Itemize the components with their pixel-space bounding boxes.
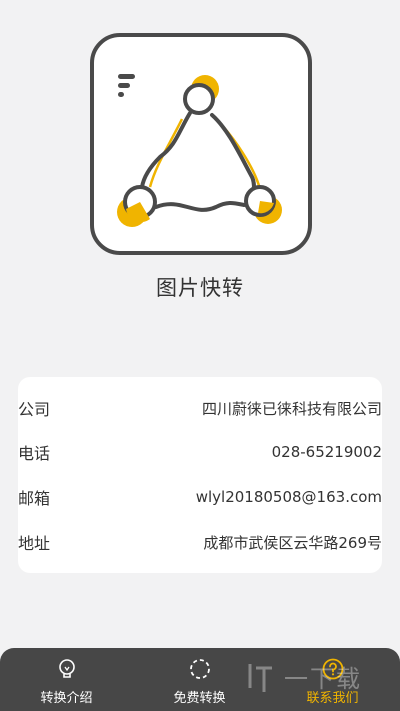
share-triangle-icon — [117, 74, 282, 227]
address-row: 地址 成都市武侯区云华路269号 — [18, 527, 382, 557]
company-label: 公司 — [18, 400, 51, 419]
address-value: 成都市武侯区云华路269号 — [203, 533, 382, 552]
lightbulb-icon — [58, 659, 75, 678]
tab-free-convert-label: 免费转换 — [173, 691, 226, 706]
question-circle-icon — [322, 658, 343, 680]
bottom-tab-bar: 转换介绍 免费转换 联系我们 — [0, 648, 400, 711]
app-logo — [90, 33, 312, 255]
tab-introduction[interactable]: 转换介绍 — [0, 648, 133, 711]
phone-row[interactable]: 电话 028-65219002 — [18, 437, 382, 467]
email-label: 邮箱 — [18, 489, 51, 508]
tab-contact-us-label: 联系我们 — [306, 691, 359, 706]
app-name: 图片快转 — [156, 276, 244, 300]
company-value: 四川蔚徕已徕科技有限公司 — [201, 399, 382, 418]
tab-contact-us[interactable]: 联系我们 — [266, 648, 399, 711]
tab-introduction-label: 转换介绍 — [40, 691, 93, 706]
refresh-circle-icon — [189, 659, 210, 679]
tab-free-convert[interactable]: 免费转换 — [133, 648, 266, 711]
company-row: 公司 四川蔚徕已徕科技有限公司 — [18, 393, 382, 423]
phone-value[interactable]: 028-65219002 — [272, 443, 382, 461]
address-label: 地址 — [18, 534, 51, 553]
phone-label: 电话 — [18, 444, 51, 463]
email-row[interactable]: 邮箱 wlyl20180508@163.com — [18, 482, 382, 512]
email-value[interactable]: wlyl20180508@163.com — [196, 488, 382, 506]
